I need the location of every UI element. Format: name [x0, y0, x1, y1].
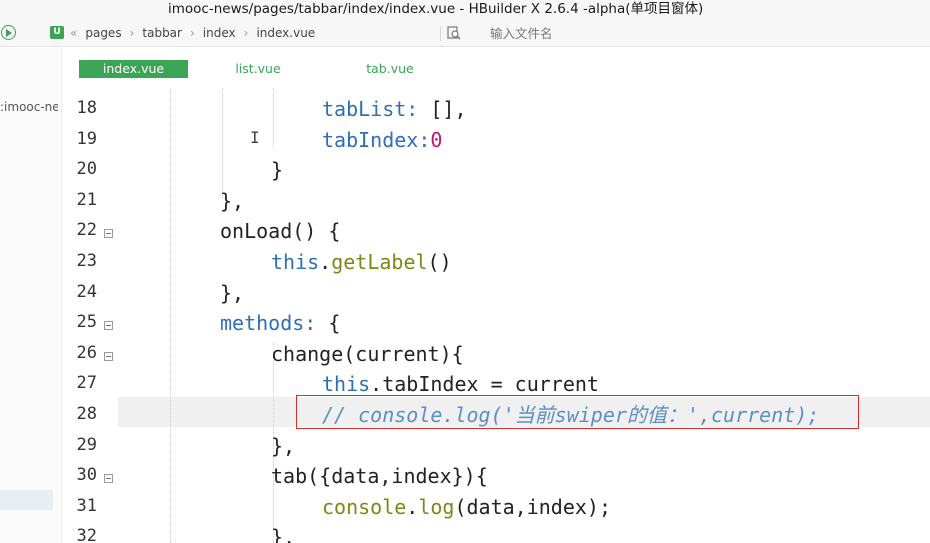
line-number: 31	[76, 495, 97, 516]
code-token: (data,index);	[454, 494, 612, 519]
code-editor[interactable]: I tabList: [], tabIndex:0}}, onLoad() {thi…	[118, 88, 930, 543]
code-token: .	[370, 372, 383, 397]
breadcrumb-back-icon[interactable]: «	[70, 26, 77, 40]
sidebar-selected-row[interactable]	[0, 490, 53, 510]
line-number: 29	[76, 434, 97, 455]
code-token: :	[304, 311, 317, 336]
line-number: 21	[76, 189, 97, 210]
code-token: methods	[220, 311, 305, 336]
line-number: 25	[76, 312, 97, 333]
code-line[interactable]: console.log(data,index);	[322, 492, 611, 522]
line-number: 30	[76, 465, 97, 486]
code-token: this	[322, 372, 371, 397]
code-line[interactable]: tabIndex:0	[322, 125, 442, 155]
code-token: log	[418, 494, 455, 519]
breadcrumb-item[interactable]: index.vue	[256, 26, 315, 40]
file-search-icon[interactable]	[447, 26, 461, 40]
code-line[interactable]: },	[220, 186, 244, 216]
code-token: tabList	[322, 97, 407, 121]
code-line[interactable]: methods: {	[220, 308, 340, 338]
code-line[interactable]: },	[271, 431, 295, 461]
line-number: 27	[76, 373, 97, 394]
breadcrumb-item[interactable]: tabbar	[142, 26, 182, 40]
tab-tab-vue[interactable]: tab.vue	[365, 60, 415, 78]
line-number: 24	[76, 281, 97, 302]
code-line[interactable]: },	[271, 522, 295, 543]
code-token: }	[271, 158, 284, 183]
code-token: [],	[418, 97, 467, 121]
line-number-gutter: 18 19 20 21 22 23 24 25 26 27 28 29 30 31 32	[63, 88, 118, 543]
code-token: this	[271, 250, 320, 274]
code-token: },	[271, 525, 296, 543]
indent-guide	[273, 88, 274, 148]
file-search-input[interactable]	[482, 23, 782, 44]
line-number: 26	[76, 342, 97, 363]
code-token: 0	[430, 127, 443, 152]
line-number: 18	[76, 98, 97, 118]
code-token: getLabel	[331, 250, 428, 274]
chevron-right-icon: ›	[189, 26, 195, 40]
code-token: tabIndex = current	[382, 372, 599, 397]
code-line[interactable]: tab({data,index}){	[271, 461, 488, 491]
code-line[interactable]: change(current){	[271, 339, 464, 369]
annotation-highlight-box	[296, 395, 859, 429]
sidebar-project-item[interactable]: :imooc-news	[0, 100, 58, 114]
editor-tabs: index.vue list.vue tab.vue	[63, 48, 930, 88]
code-line[interactable]: this.getLabel()	[271, 247, 452, 277]
code-line[interactable]: onLoad() {	[220, 216, 340, 246]
code-token: tab({data,index}){	[271, 464, 488, 489]
code-token: change(current){	[271, 341, 464, 366]
code-token: :	[406, 97, 419, 121]
code-token: .	[319, 250, 332, 274]
code-token: ()	[427, 250, 452, 274]
line-number: 23	[76, 251, 97, 271]
indent-guide	[222, 88, 223, 198]
indent-guide	[170, 88, 171, 543]
line-number: 22	[76, 220, 97, 241]
code-line[interactable]: }	[271, 155, 283, 185]
code-token: console	[322, 494, 407, 519]
code-line[interactable]: tabList: [],	[322, 94, 467, 124]
fold-toggle-icon[interactable]	[104, 321, 113, 331]
code-line[interactable]: },	[220, 278, 244, 308]
line-number: 28	[76, 404, 97, 424]
code-token: :	[418, 127, 431, 152]
toolbar-divider	[440, 26, 441, 41]
breadcrumb-item[interactable]: index	[203, 26, 236, 40]
line-number: 19	[76, 128, 97, 149]
toolbar: U « pages › tabbar › index › index.vue	[0, 20, 930, 47]
code-token: .	[406, 494, 419, 519]
uniapp-project-icon: U	[50, 26, 64, 39]
code-token: tabIndex	[322, 127, 419, 152]
code-token: },	[220, 280, 245, 305]
fold-toggle-icon[interactable]	[104, 229, 113, 239]
line-number: 20	[76, 159, 97, 180]
code-token: {	[316, 311, 341, 336]
chevron-right-icon: ›	[243, 26, 249, 40]
project-sidebar: :imooc-news	[0, 48, 62, 543]
run-icon[interactable]	[1, 25, 16, 40]
window-title: imooc-news/pages/tabbar/index/index.vue …	[0, 0, 930, 20]
fold-toggle-icon[interactable]	[104, 474, 113, 484]
code-token: onLoad() {	[220, 219, 341, 244]
chevron-right-icon: ›	[129, 26, 135, 40]
line-number: 32	[76, 526, 97, 543]
code-token: },	[220, 188, 245, 213]
tab-list-vue[interactable]: list.vue	[233, 60, 283, 78]
fold-toggle-icon[interactable]	[104, 351, 113, 361]
text-cursor-icon: I	[250, 128, 260, 147]
breadcrumb-item[interactable]: pages	[85, 26, 121, 40]
tab-index-vue[interactable]: index.vue	[79, 60, 188, 78]
code-token: },	[271, 433, 296, 458]
breadcrumb: « pages › tabbar › index › index.vue	[70, 24, 315, 42]
